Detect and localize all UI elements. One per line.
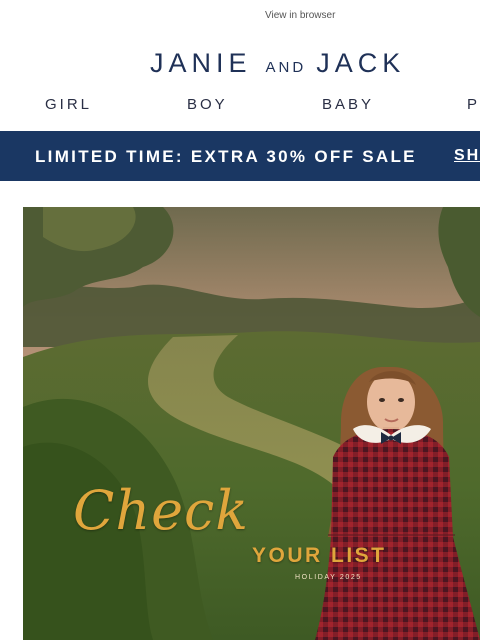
hero-image[interactable]: Check YOUR LIST HOLIDAY 2025 [23,207,480,640]
brand-logo[interactable]: JANIE AND JACK [150,48,450,79]
logo-word-janie: JANIE [150,48,252,78]
promo-shop-link[interactable]: SH [454,147,480,165]
hero-title: YOUR LIST [252,544,387,567]
promo-banner[interactable]: LIMITED TIME: EXTRA 30% OFF SALE SH [0,131,480,181]
hero-subtitle: HOLIDAY 2025 [295,574,362,581]
hero-landscape-illustration [23,207,480,640]
nav-item-baby[interactable]: BABY [322,96,374,113]
promo-banner-text: LIMITED TIME: EXTRA 30% OFF SALE [35,147,417,166]
logo-word-and: AND [265,59,307,76]
nav-item-girl[interactable]: GIRL [45,96,92,113]
nav-item-partial[interactable]: P [467,96,480,113]
logo-word-jack: JACK [316,48,406,78]
hero-script-text: Check [73,479,250,542]
view-in-browser-link[interactable]: View in browser [265,10,335,21]
category-nav: GIRL BOY BABY P [0,96,480,118]
nav-item-boy[interactable]: BOY [187,96,228,113]
